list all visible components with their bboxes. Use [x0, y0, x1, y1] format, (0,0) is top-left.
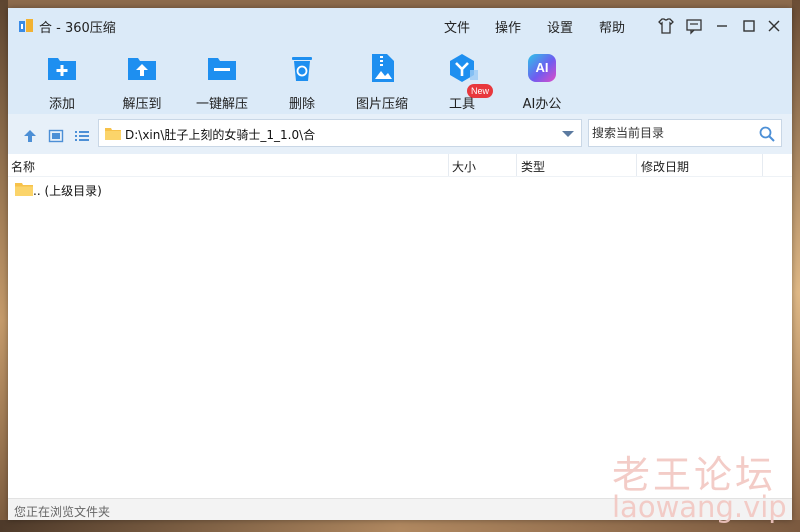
thumbnail-view-button[interactable] — [48, 128, 64, 144]
add-label: 添加 — [48, 97, 75, 112]
thumbnail-view-icon — [48, 129, 64, 143]
image-compress-icon — [372, 54, 394, 82]
extract-to-icon — [128, 58, 156, 80]
column-type[interactable]: 类型 — [521, 158, 545, 175]
desktop-background-left — [0, 0, 8, 532]
image-compress-label: 图片压缩 — [355, 97, 408, 112]
skin-shirt-icon[interactable] — [656, 16, 676, 36]
ai-icon-text: AI — [535, 60, 549, 75]
search-icon[interactable] — [759, 126, 775, 142]
list-view-button[interactable] — [74, 128, 90, 144]
column-size[interactable]: 大小 — [452, 158, 476, 175]
list-item[interactable]: .. (上级目录) — [8, 178, 792, 200]
arrow-up-icon — [24, 130, 36, 142]
column-divider[interactable] — [516, 154, 517, 176]
desktop-background-right — [792, 0, 800, 532]
image-compress-button[interactable]: 图片压缩 — [342, 48, 422, 112]
up-level-button[interactable] — [22, 128, 38, 144]
status-text: 您正在浏览文件夹 — [14, 505, 111, 519]
feedback-icon[interactable] — [684, 16, 704, 36]
maximize-button[interactable] — [739, 16, 759, 36]
window-title: 合 - 360压缩 — [39, 21, 116, 36]
add-button[interactable]: 添加 — [22, 48, 102, 112]
menu-help[interactable]: 帮助 — [599, 17, 625, 36]
watermark-url: laowang.vip — [612, 490, 787, 524]
one-click-extract-icon — [208, 58, 236, 80]
one-click-extract-button[interactable]: 一键解压 — [182, 48, 262, 112]
ai-icon: AI — [528, 54, 556, 82]
extract-to-button[interactable]: 解压到 — [102, 48, 182, 112]
column-divider[interactable] — [448, 154, 449, 176]
address-bar: D:\xin\肚子上刻的女骑士_1_1.0\合 — [8, 114, 792, 154]
folder-icon — [15, 183, 33, 196]
file-name: .. (上级目录) — [33, 184, 102, 198]
column-modified[interactable]: 修改日期 — [641, 158, 689, 175]
file-list-header: 名称 大小 类型 修改日期 — [8, 154, 792, 177]
add-folder-icon — [48, 58, 76, 80]
menu-settings[interactable]: 设置 — [547, 17, 573, 36]
chevron-down-icon[interactable] — [561, 130, 575, 138]
path-combobox[interactable]: D:\xin\肚子上刻的女骑士_1_1.0\合 — [98, 119, 582, 147]
close-button[interactable] — [764, 16, 784, 36]
new-badge: New — [467, 84, 493, 98]
title-bar[interactable]: 合 - 360压缩 文件 操作 设置 帮助 — [8, 8, 792, 44]
search-input[interactable] — [590, 121, 754, 145]
toolbar: 添加 解压到 一键解压 删除 图片压缩 工具 AI AI办公 New — [8, 44, 792, 114]
ai-office-button[interactable]: AI AI办公 — [502, 48, 582, 112]
tools-button[interactable]: 工具 — [422, 48, 502, 112]
folder-icon — [105, 128, 121, 140]
minimize-button[interactable] — [712, 16, 732, 36]
app-logo-icon — [19, 19, 33, 32]
delete-button[interactable]: 删除 — [262, 48, 342, 112]
column-divider[interactable] — [636, 154, 637, 176]
extract-to-label: 解压到 — [122, 97, 162, 112]
path-text: D:\xin\肚子上刻的女骑士_1_1.0\合 — [125, 128, 316, 142]
column-name[interactable]: 名称 — [11, 158, 35, 175]
delete-label: 删除 — [288, 97, 315, 112]
column-divider[interactable] — [762, 154, 763, 176]
ai-office-label: AI办公 — [522, 97, 562, 112]
menu-file[interactable]: 文件 — [444, 17, 470, 36]
tools-icon — [450, 54, 478, 82]
trash-icon — [292, 57, 312, 81]
search-box — [588, 119, 782, 147]
menu-operate[interactable]: 操作 — [495, 17, 521, 36]
one-click-extract-label: 一键解压 — [195, 97, 248, 112]
list-view-icon — [75, 131, 89, 141]
